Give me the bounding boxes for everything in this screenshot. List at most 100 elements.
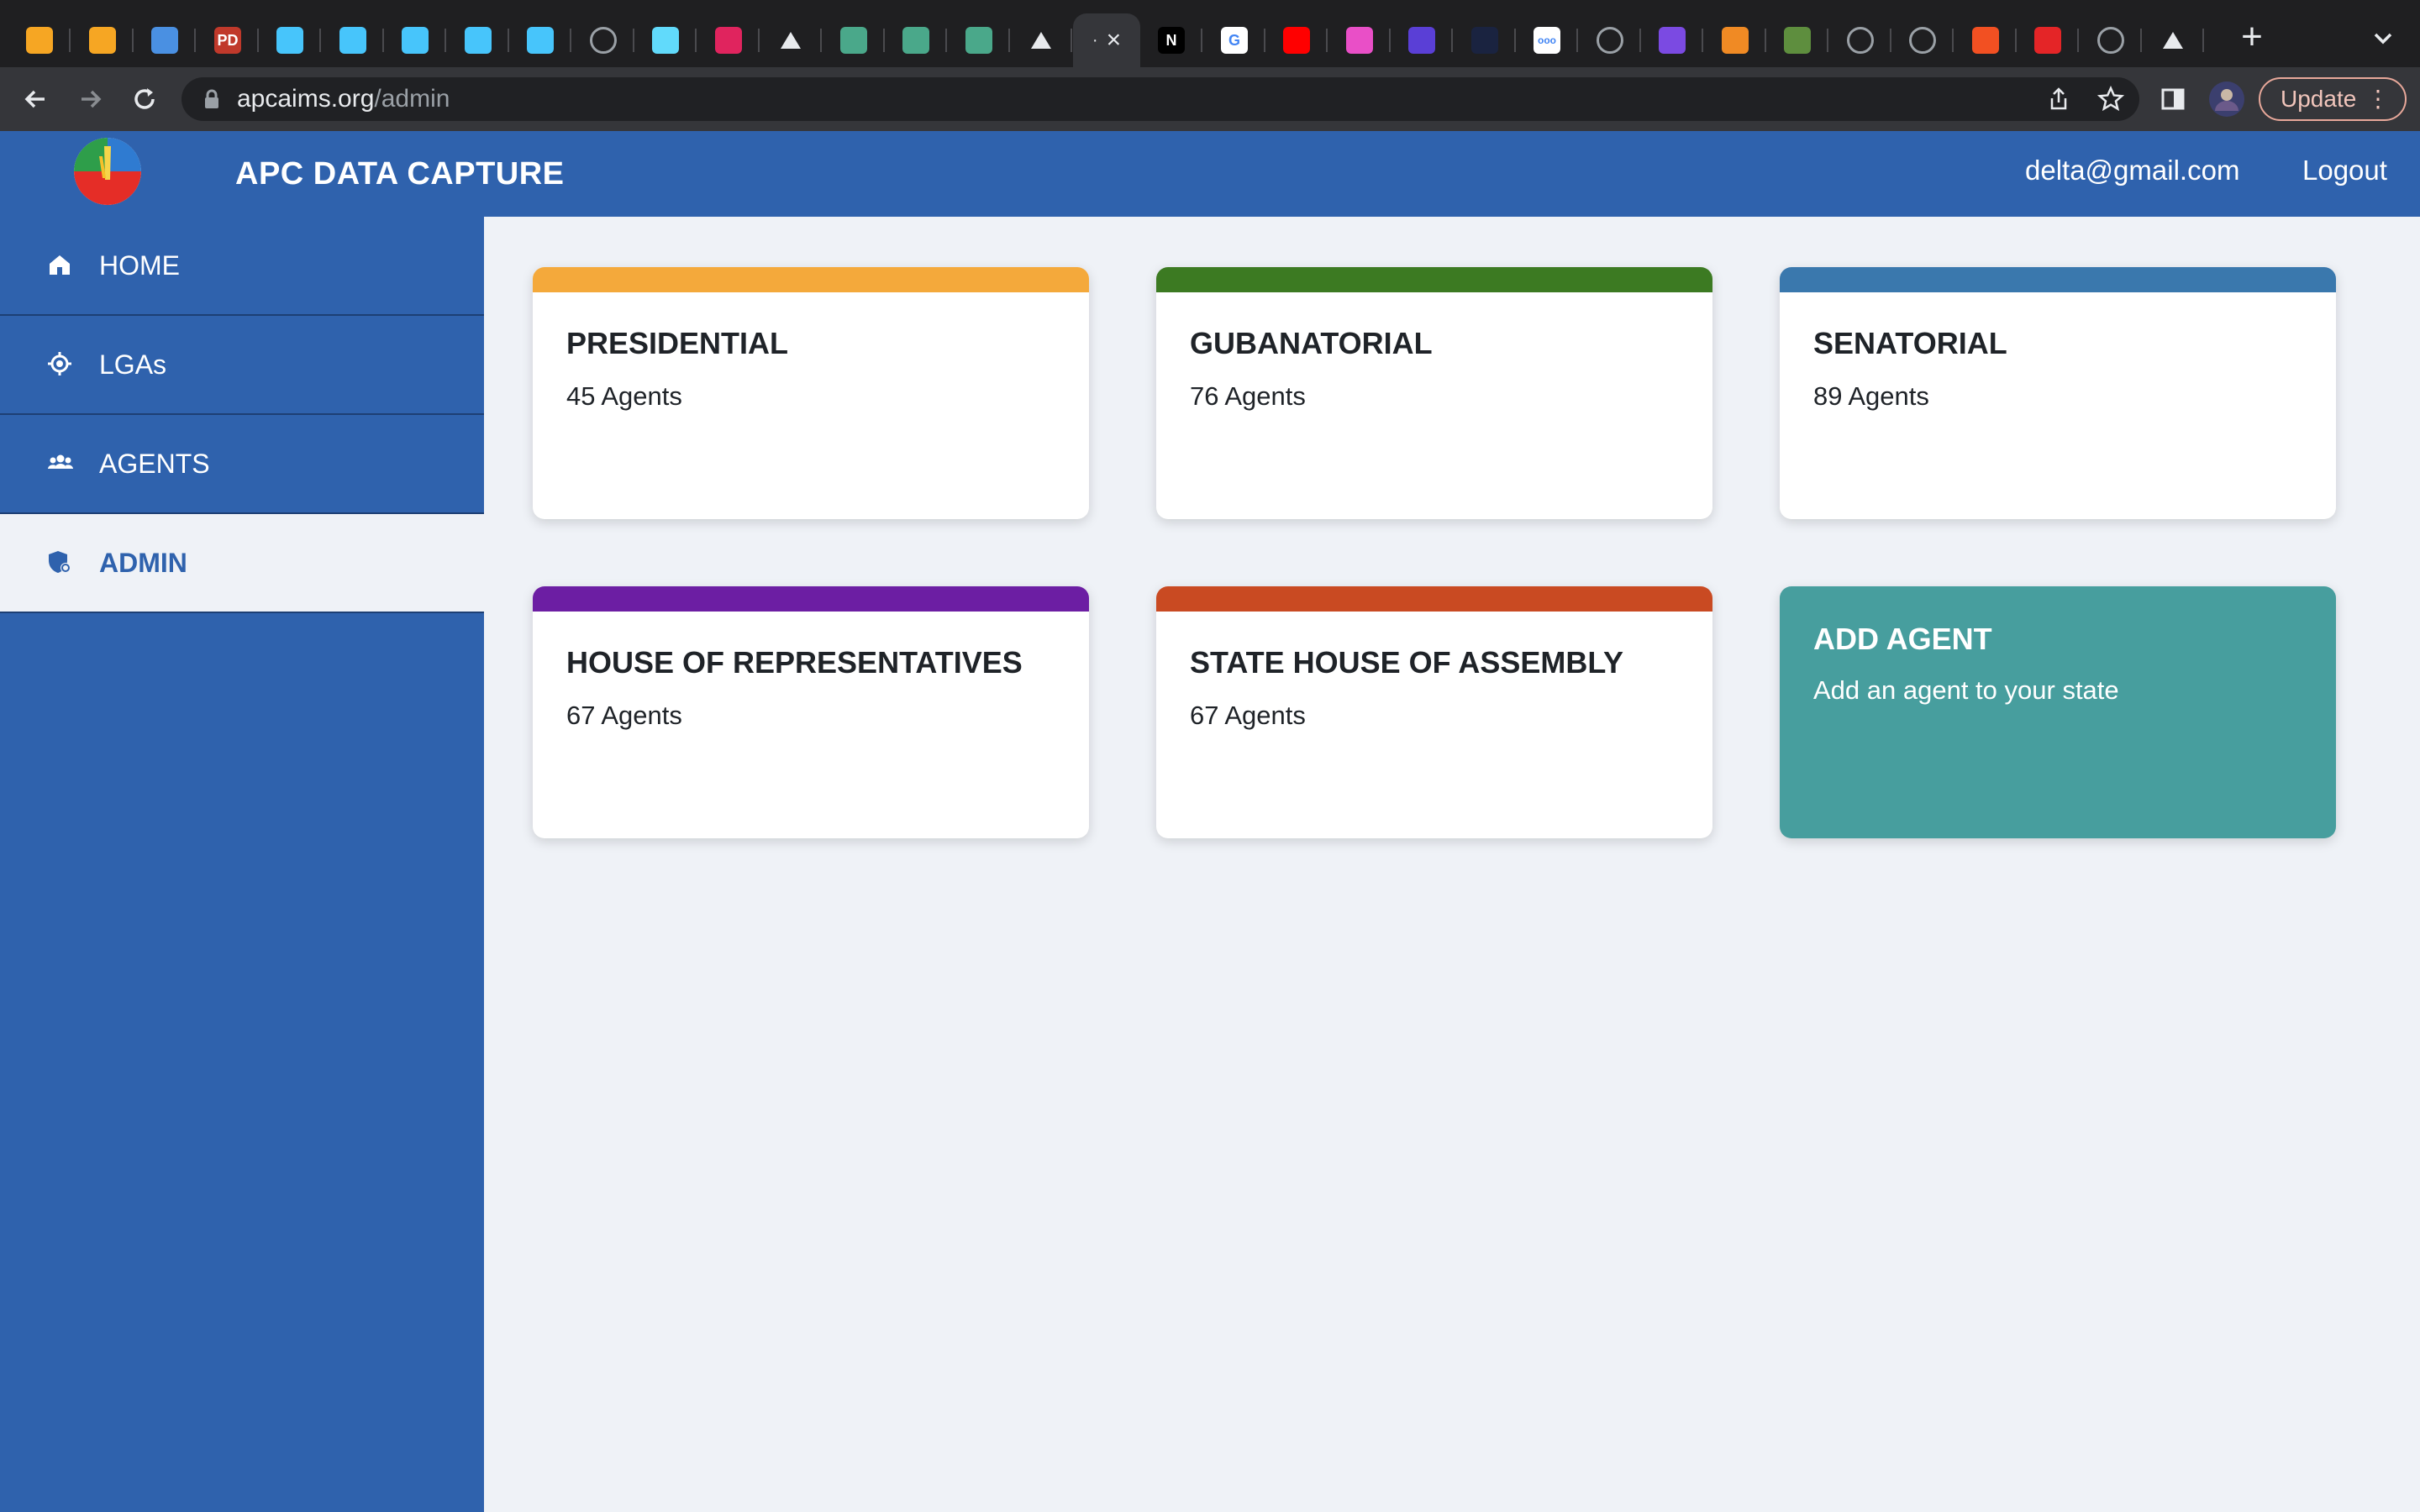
browser-tab[interactable] xyxy=(885,13,947,67)
browser-tab[interactable] xyxy=(1766,13,1828,67)
forward-arrow-icon[interactable] xyxy=(72,81,109,118)
triangle-icon xyxy=(781,32,801,49)
browser-tab[interactable] xyxy=(8,13,71,67)
flutter-icon xyxy=(465,27,492,54)
youtube-icon xyxy=(1283,27,1310,54)
tech-icon xyxy=(1722,27,1749,54)
card-gubanatorial[interactable]: GUBANATORIAL 76 Agents xyxy=(1156,267,1712,519)
card-accent-bar xyxy=(1780,267,2336,292)
sidebar-item-admin[interactable]: ADMIN xyxy=(0,514,484,613)
react-icon xyxy=(652,27,679,54)
browser-tab[interactable] xyxy=(572,13,634,67)
browser-tab[interactable] xyxy=(760,13,822,67)
admin-shield-icon xyxy=(47,549,72,575)
browser-tab[interactable]: N xyxy=(1140,13,1202,67)
reload-icon[interactable] xyxy=(126,81,163,118)
update-button[interactable]: Update ⋮ xyxy=(2259,77,2407,121)
share-icon[interactable] xyxy=(2039,79,2079,119)
browser-tab[interactable] xyxy=(1579,13,1641,67)
sidebar-item-label: AGENTS xyxy=(99,449,210,479)
card-agent-count: 89 Agents xyxy=(1813,381,1929,411)
firebase-icon xyxy=(26,27,53,54)
browser-tab[interactable] xyxy=(1010,13,1072,67)
bookmark-star-icon[interactable] xyxy=(2091,79,2131,119)
sidebar-item-label: HOME xyxy=(99,250,180,281)
card-agent-count: 67 Agents xyxy=(1190,701,1306,730)
browser-tab[interactable]: · × xyxy=(1073,13,1140,67)
profile-avatar-icon[interactable] xyxy=(2207,79,2247,119)
browser-tab[interactable] xyxy=(1391,13,1453,67)
close-tab-icon[interactable]: × xyxy=(1107,26,1122,55)
tab-separator xyxy=(445,29,446,52)
browser-tab[interactable] xyxy=(1891,13,1954,67)
apc-logo xyxy=(74,138,141,205)
card-description: Add an agent to your state xyxy=(1813,675,2119,705)
tab-separator xyxy=(695,29,697,52)
browser-tab[interactable] xyxy=(1954,13,2017,67)
browser-tab[interactable]: G xyxy=(1203,13,1265,67)
card-state-house-of-assembly[interactable]: STATE HOUSE OF ASSEMBLY 67 Agents xyxy=(1156,586,1712,838)
triangle-icon xyxy=(1031,32,1051,49)
tab-list-chevron-icon[interactable] xyxy=(2368,24,2398,54)
card-accent-bar xyxy=(1156,586,1712,612)
flutter-icon xyxy=(402,27,429,54)
card-title: GUBANATORIAL xyxy=(1190,326,1433,360)
browser-tab[interactable] xyxy=(823,13,885,67)
globe-icon xyxy=(590,27,617,54)
microsoft-icon xyxy=(1972,27,1999,54)
browser-tab[interactable] xyxy=(1328,13,1391,67)
browser-tab[interactable] xyxy=(1641,13,1703,67)
browser-tab[interactable] xyxy=(71,13,134,67)
browser-tab[interactable] xyxy=(509,13,571,67)
card-title: ADD AGENT xyxy=(1813,622,1992,656)
browser-tab[interactable] xyxy=(2142,13,2204,67)
zoho-icon xyxy=(2034,27,2061,54)
browser-tab[interactable] xyxy=(134,13,196,67)
lock-icon[interactable] xyxy=(203,89,220,109)
new-tab-button[interactable]: + xyxy=(2235,18,2269,55)
card-accent-bar xyxy=(1156,267,1712,292)
browser-tab[interactable] xyxy=(322,13,384,67)
firebase-icon xyxy=(89,27,116,54)
browser-tab[interactable] xyxy=(948,13,1010,67)
card-presidential[interactable]: PRESIDENTIAL 45 Agents xyxy=(533,267,1089,519)
browser-tab[interactable]: ooo xyxy=(1516,13,1578,67)
card-house-of-representatives[interactable]: HOUSE OF REPRESENTATIVES 67 Agents xyxy=(533,586,1089,838)
tab-separator xyxy=(945,29,947,52)
flutter-icon xyxy=(339,27,366,54)
browser-tab[interactable] xyxy=(2080,13,2142,67)
browser-tab[interactable]: PD xyxy=(197,13,259,67)
browser-tab[interactable] xyxy=(634,13,697,67)
tab-separator xyxy=(319,29,321,52)
add-agent-card[interactable]: ADD AGENT Add an agent to your state xyxy=(1780,586,2336,838)
p-icon xyxy=(965,27,992,54)
browser-tab[interactable] xyxy=(447,13,509,67)
back-arrow-icon[interactable] xyxy=(17,81,54,118)
browser-tab[interactable] xyxy=(259,13,321,67)
browser-tab[interactable] xyxy=(1704,13,1766,67)
side-panel-icon[interactable] xyxy=(2153,79,2193,119)
sidebar-item-agents[interactable]: AGENTS xyxy=(0,415,484,514)
sidebar-item-label: ADMIN xyxy=(99,548,187,578)
card-senatorial[interactable]: SENATORIAL 89 Agents xyxy=(1780,267,2336,519)
logout-link[interactable]: Logout xyxy=(2302,155,2387,186)
card-agent-count: 45 Agents xyxy=(566,381,682,411)
url-text[interactable]: apcaims.org/admin xyxy=(237,86,450,113)
browser-tab[interactable] xyxy=(1454,13,1516,67)
sidebar-item-home[interactable]: HOME xyxy=(0,217,484,316)
browser-tab[interactable] xyxy=(2017,13,2079,67)
tab-separator xyxy=(194,29,196,52)
sidebar-item-label: LGAs xyxy=(99,349,167,380)
tab-separator xyxy=(1827,29,1828,52)
globe-icon xyxy=(1597,27,1623,54)
browser-tab[interactable] xyxy=(1829,13,1891,67)
tab-separator xyxy=(2077,29,2079,52)
browser-tab[interactable] xyxy=(697,13,760,67)
wave-icon xyxy=(1408,27,1435,54)
browser-tab[interactable] xyxy=(1265,13,1328,67)
card-title: HOUSE OF REPRESENTATIVES xyxy=(566,645,1023,680)
address-bar[interactable]: apcaims.org/admin xyxy=(182,77,2139,121)
browser-tab[interactable] xyxy=(384,13,446,67)
more-menu-icon[interactable]: ⋮ xyxy=(2366,79,2390,119)
sidebar-item-lgas[interactable]: LGAs xyxy=(0,316,484,415)
